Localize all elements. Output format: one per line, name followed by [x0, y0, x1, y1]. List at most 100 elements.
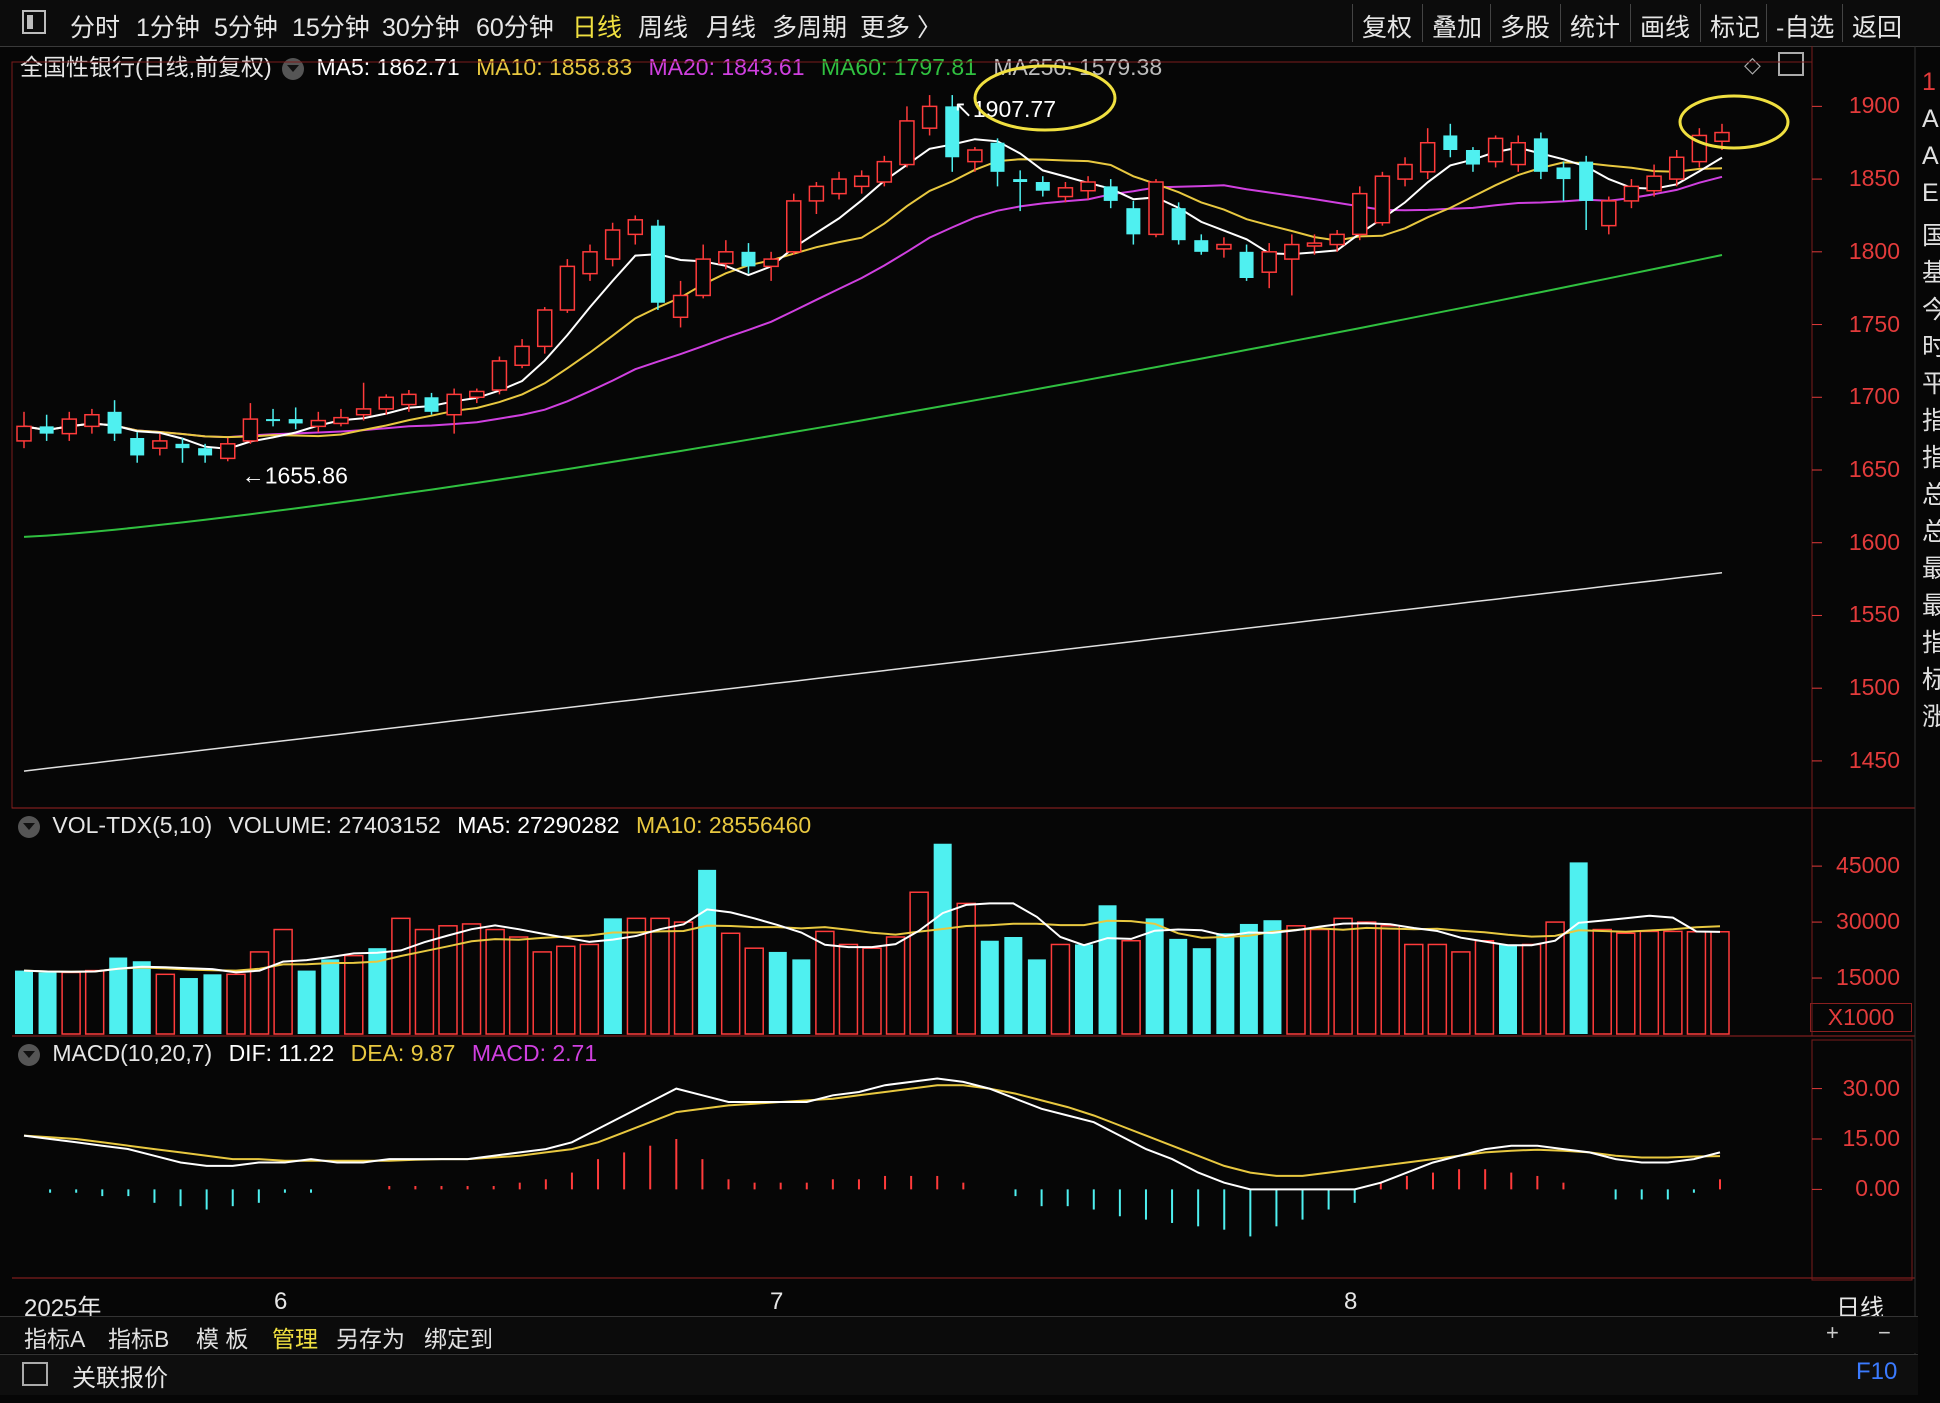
volume-bar: [885, 936, 906, 1035]
volume-bar: [508, 936, 529, 1035]
volume-bar: [768, 951, 787, 1034]
volume-bar: [980, 940, 999, 1034]
highlight-ellipse: [1678, 94, 1790, 150]
volume-bar: [61, 971, 81, 1035]
candle-body: [130, 438, 145, 456]
volume-bar: [391, 917, 411, 1035]
candle-body: [469, 390, 485, 399]
volume-bar: [1521, 943, 1542, 1035]
volume-bar: [1499, 944, 1517, 1034]
candle-body: [242, 418, 259, 442]
candle-body: [1148, 181, 1164, 236]
candle-body: [627, 219, 644, 236]
candle-body: [107, 411, 122, 434]
volume-bar: [933, 843, 952, 1034]
indicator-tab-3[interactable]: 管理: [272, 1320, 318, 1354]
candle-body: [559, 265, 576, 311]
quote-panel-char: 1: [1922, 68, 1936, 96]
volume-bar: [1404, 943, 1424, 1035]
right-quote-panel: 1AAE国基今时平指指总总最最指标涨: [1918, 46, 1940, 1386]
volume-bar: [84, 969, 105, 1035]
candle-body: [876, 160, 893, 183]
candle-body: [853, 175, 870, 188]
volume-bar: [838, 943, 859, 1035]
volume-bar: [1545, 921, 1565, 1035]
candle-body: [695, 258, 711, 297]
candle-body: [990, 142, 1005, 172]
panel-toggle-icon[interactable]: [22, 1362, 48, 1386]
candle-body: [808, 185, 825, 202]
candle-body: [198, 448, 213, 456]
volume-bar: [956, 902, 976, 1035]
indicator-tab-1[interactable]: 指标B: [108, 1320, 169, 1354]
candle-body: [1080, 181, 1096, 192]
quote-panel-char: A: [1922, 142, 1939, 170]
volume-bar: [1239, 923, 1258, 1034]
volume-bar: [1145, 918, 1164, 1034]
volume-bar: [226, 973, 246, 1035]
f10-button[interactable]: F10: [1856, 1358, 1897, 1386]
quote-panel-char: 平: [1922, 370, 1940, 398]
candle-body: [378, 396, 394, 410]
candle-body: [536, 309, 553, 348]
candle-body: [1194, 240, 1209, 252]
candle-body: [1239, 251, 1254, 278]
quote-panel-char: E: [1922, 179, 1939, 207]
volume-bar: [1192, 948, 1211, 1034]
high-price-label: ↖1907.77: [954, 96, 1056, 122]
quote-panel-char: 总: [1922, 481, 1940, 509]
volume-bar: [1639, 930, 1660, 1035]
volume-bar: [1027, 959, 1046, 1034]
candle-body: [333, 416, 349, 425]
volume-bar: [1286, 925, 1306, 1035]
quote-panel-char: 指: [1922, 444, 1940, 472]
candle-body: [1623, 185, 1640, 202]
quote-panel-char: 最: [1922, 592, 1940, 620]
candle-body: [1419, 141, 1436, 173]
candle-body: [1306, 242, 1323, 247]
candle-body: [288, 419, 303, 424]
low-price-label: ←1655.86: [242, 462, 348, 488]
candle-body: [1352, 192, 1368, 236]
volume-bar: [485, 928, 505, 1035]
candle-body: [446, 393, 462, 416]
ma5-line: [23, 138, 1723, 450]
candle-body: [1533, 138, 1548, 172]
ma10-line: [23, 158, 1723, 439]
quote-panel-char: 标: [1922, 666, 1940, 694]
volume-bar: [273, 928, 293, 1035]
candle-body: [84, 413, 100, 428]
candle-body: [650, 225, 665, 303]
volume-bar: [1004, 937, 1023, 1034]
indicator-tab-2[interactable]: 模 板: [196, 1320, 248, 1354]
volume-bar: [556, 945, 576, 1035]
quote-panel-char: A: [1922, 105, 1939, 133]
indicator-tab-5[interactable]: 绑定到: [424, 1320, 493, 1354]
candle-body: [1646, 175, 1662, 192]
volume-bar: [1309, 928, 1330, 1035]
candle-body: [1329, 233, 1345, 246]
candle-body: [763, 258, 779, 268]
indicator-tab-4[interactable]: 另存为: [336, 1320, 405, 1354]
quote-panel-char: 总: [1922, 518, 1940, 546]
quote-panel-char: 今: [1922, 296, 1940, 324]
quote-panel-char: 涨: [1922, 703, 1940, 731]
volume-bar: [249, 951, 270, 1035]
volume-bar: [155, 973, 176, 1035]
candle-body: [1579, 161, 1594, 201]
candle-body: [1013, 179, 1028, 182]
kline-chart[interactable]: ↖1907.77 ←1655.86: [0, 0, 1940, 1403]
candle-body: [718, 251, 734, 265]
volume-bar: [1075, 944, 1093, 1034]
candle-body: [1216, 243, 1232, 250]
volume-bar: [698, 869, 717, 1034]
candle-body: [1443, 135, 1458, 150]
related-quote-label[interactable]: 关联报价: [72, 1358, 168, 1393]
indicator-tab-0[interactable]: 指标A: [24, 1320, 85, 1354]
candle-body: [1465, 150, 1480, 165]
zoom-out-button[interactable]: −: [1878, 1320, 1891, 1346]
candle-body: [604, 229, 621, 260]
volume-bar: [1098, 905, 1117, 1034]
volume-bar: [744, 947, 764, 1035]
zoom-in-button[interactable]: +: [1826, 1320, 1839, 1346]
